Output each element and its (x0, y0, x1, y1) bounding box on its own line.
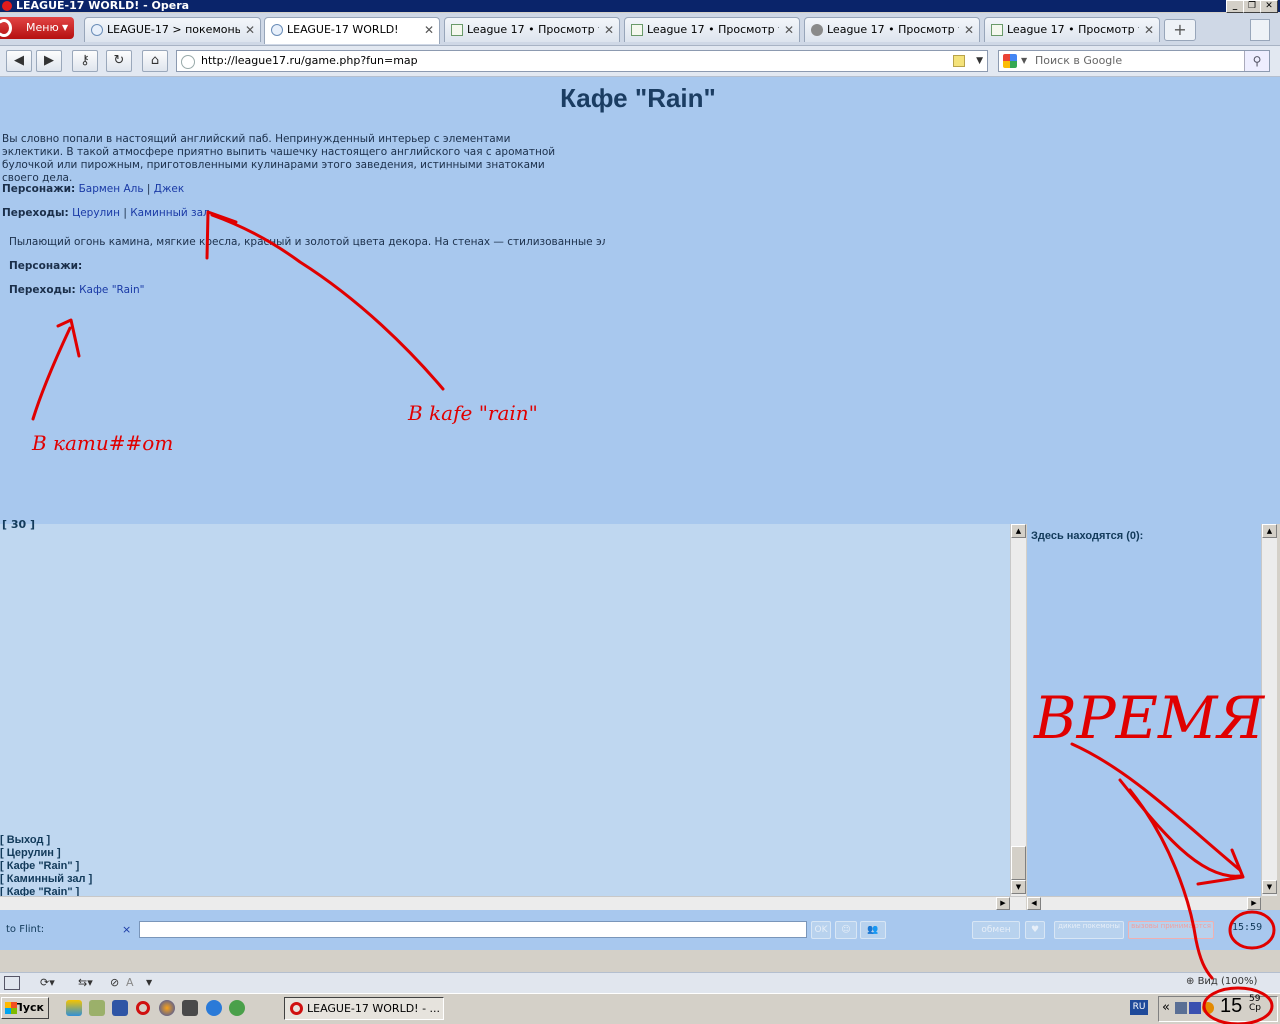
arrow-to-game-clock-2 (1118, 778, 1242, 878)
annotation-overlay: В kafe "rain" В каmи##om ВРЕМЯ (31, 210, 1276, 1024)
arrow-to-game-clock (1070, 742, 1242, 872)
circle-game-clock (1228, 910, 1276, 950)
annotation-time: ВРЕМЯ (1033, 684, 1265, 752)
arrow-to-fireplace-link (210, 213, 445, 391)
screen: LEAGUE-17 WORLD! - Opera _ ❐ ✕ Меню ▼ LE… (0, 0, 1280, 1024)
arrow-to-cafe-link (31, 326, 72, 421)
annotation-kafe: В kafe "rain" (407, 401, 538, 425)
circle-tray-clock (1202, 986, 1274, 1024)
annotation-kamin: В каmи##om (31, 431, 173, 455)
